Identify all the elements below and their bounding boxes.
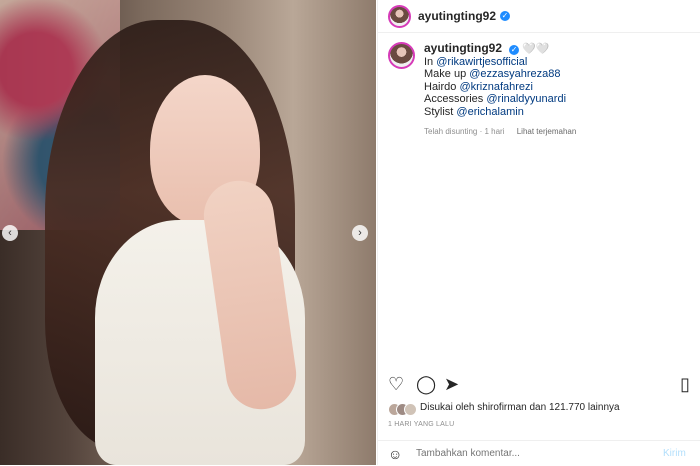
username[interactable]: ayutingting92 <box>418 9 496 23</box>
edited-label: Telah disunting · 1 hari <box>424 127 505 136</box>
heart-icon[interactable]: ♡ <box>388 375 404 393</box>
caption-line-5: Stylist @erichalamin <box>424 105 524 118</box>
action-bar: ♡ ◯ ➤ ▯ <box>388 375 693 397</box>
verified-icon: ✓ <box>500 11 511 21</box>
likes-text[interactable]: Disukai oleh shirofirman dan 121.770 lai… <box>420 402 620 413</box>
translate-link[interactable]: Lihat terjemahan <box>517 127 577 136</box>
chevron-left-icon[interactable]: ‹ <box>2 225 18 241</box>
caption-line-2: Make up @ezzasyahreza88 <box>424 68 561 80</box>
emoji-icon[interactable]: ☺ <box>388 446 404 462</box>
caption-username[interactable]: ayutingting92 <box>424 41 502 55</box>
chevron-right-icon[interactable]: › <box>352 225 368 241</box>
comment-icon[interactable]: ◯ <box>416 375 436 393</box>
comment-input[interactable] <box>414 447 653 460</box>
caption-avatar[interactable] <box>388 42 415 69</box>
caption-meta: Telah disunting · 1 hari Lihat terjemaha… <box>424 127 678 136</box>
verified-icon: ✓ <box>509 45 520 55</box>
post-header: ayutingting92 ✓ <box>378 0 700 33</box>
caption-line-4: Accessories @rinaldyyunardi <box>424 93 567 105</box>
liker-avatar <box>404 403 417 416</box>
comment-bar: ☺ Kirim <box>378 440 700 466</box>
caption-line-1: In @rikawirtjesofficial <box>424 55 528 68</box>
post-side-panel: ayutingting92 ✓ ayutingting92 ✓ 🤍🤍 In @r… <box>377 0 700 465</box>
send-icon[interactable]: ➤ <box>444 375 459 393</box>
likes-row: Disukai oleh shirofirman dan 121.770 lai… <box>388 402 693 420</box>
avatar[interactable] <box>388 4 411 28</box>
caption-text: ayutingting92 ✓ 🤍🤍 In @rikawirtjesoffici… <box>424 42 678 118</box>
bookmark-icon[interactable]: ▯ <box>680 375 690 393</box>
post-photo: ‹ › <box>0 0 376 465</box>
caption-emoji: 🤍🤍 <box>522 43 550 55</box>
time-ago: 1 HARI YANG LALU <box>388 421 455 428</box>
caption-block: ayutingting92 ✓ 🤍🤍 In @rikawirtjesoffici… <box>388 42 678 136</box>
liker-avatars <box>388 403 418 416</box>
caption-line-3: Hairdo @kriznafahrezi <box>424 80 533 93</box>
send-button[interactable]: Kirim <box>663 448 686 459</box>
